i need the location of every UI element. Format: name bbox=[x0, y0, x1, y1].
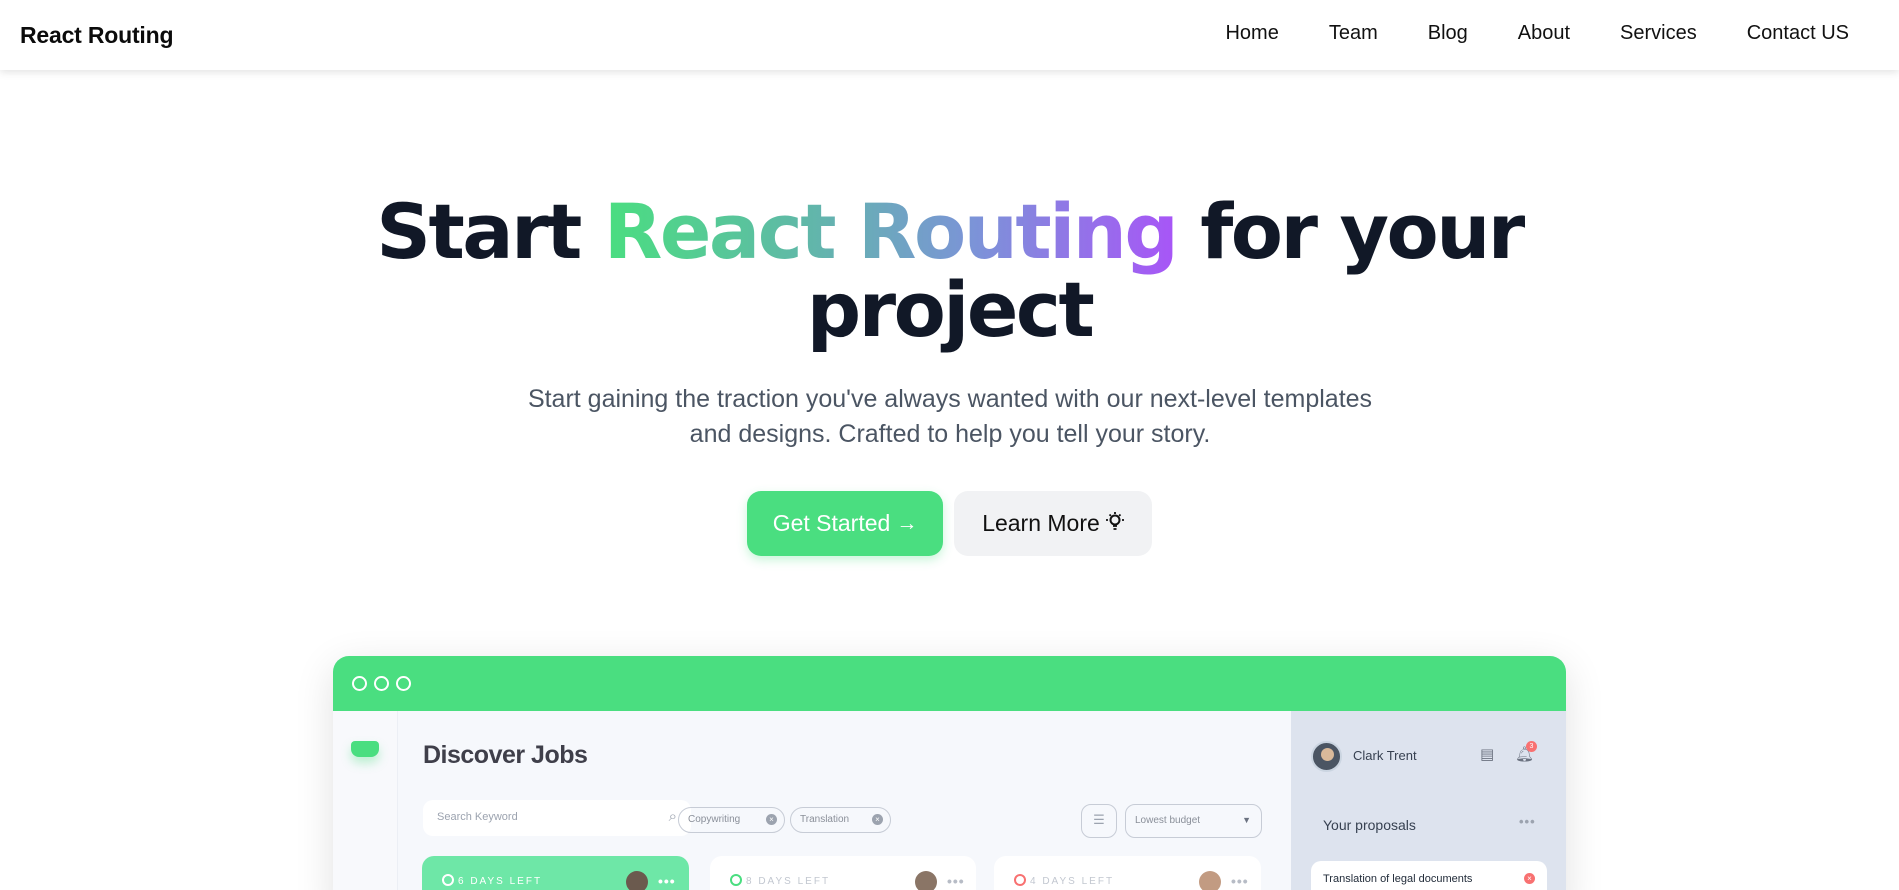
nav-link-contact[interactable]: Contact US bbox=[1747, 22, 1849, 45]
mockup-titlebar bbox=[333, 656, 1566, 711]
chip-label: Copywriting bbox=[688, 814, 741, 825]
app-mockup: Discover Jobs Search Keyword ⌕ Copywriti… bbox=[333, 656, 1566, 890]
sort-select[interactable]: Lowest budget ▼ bbox=[1125, 804, 1262, 838]
learn-more-label: Learn More bbox=[982, 510, 1100, 536]
search-input[interactable]: Search Keyword ⌕ bbox=[423, 800, 691, 836]
search-placeholder: Search Keyword bbox=[437, 811, 518, 823]
more-icon[interactable]: ••• bbox=[1231, 873, 1249, 889]
message-icon[interactable]: ▤ bbox=[1480, 745, 1494, 763]
hero-title-start: Start bbox=[376, 187, 604, 276]
clock-icon bbox=[442, 874, 454, 886]
avatar bbox=[1199, 871, 1221, 890]
filter-icon: ☰ bbox=[1093, 812, 1105, 827]
filter-chip-copywriting[interactable]: Copywriting × bbox=[678, 807, 785, 833]
job-card[interactable]: 4 DAYS LEFT ••• bbox=[994, 856, 1261, 890]
clock-icon bbox=[730, 874, 742, 886]
filter-button[interactable]: ☰ bbox=[1081, 804, 1117, 838]
lightbulb-icon bbox=[1105, 511, 1124, 537]
hero-title: Start React Routing for your project bbox=[0, 193, 1899, 349]
hero-subtitle: Start gaining the traction you've always… bbox=[510, 382, 1390, 452]
page-title: Discover Jobs bbox=[423, 741, 588, 769]
more-icon[interactable]: ••• bbox=[947, 873, 965, 889]
get-started-label: Get Started bbox=[772, 510, 891, 536]
chevron-down-icon: ▼ bbox=[1242, 815, 1251, 825]
user-name: Clark Trent bbox=[1353, 748, 1417, 763]
hero-title-line2: project bbox=[806, 265, 1095, 354]
notification-badge: 3 bbox=[1526, 741, 1537, 752]
more-icon[interactable]: ••• bbox=[1519, 814, 1536, 829]
mockup-body: Discover Jobs Search Keyword ⌕ Copywriti… bbox=[333, 711, 1566, 890]
search-icon: ⌕ bbox=[668, 808, 677, 825]
nav-link-about[interactable]: About bbox=[1518, 22, 1570, 45]
days-left: 8 DAYS LEFT bbox=[730, 874, 830, 887]
close-icon[interactable]: × bbox=[1524, 873, 1535, 884]
days-left: 6 DAYS LEFT bbox=[442, 874, 542, 887]
job-card[interactable]: 6 DAYS LEFT ••• bbox=[422, 856, 689, 890]
app-logo-icon bbox=[351, 741, 379, 757]
filter-chip-translation[interactable]: Translation × bbox=[790, 807, 891, 833]
avatar bbox=[915, 871, 937, 890]
mockup-sidebar bbox=[333, 711, 398, 890]
hero-title-highlight: React Routing bbox=[603, 187, 1179, 276]
job-card[interactable]: 8 DAYS LEFT ••• bbox=[710, 856, 976, 890]
avatar bbox=[626, 871, 648, 890]
clock-icon bbox=[1014, 874, 1026, 886]
nav-link-team[interactable]: Team bbox=[1329, 22, 1378, 45]
proposal-card[interactable]: Translation of legal documents × bbox=[1311, 861, 1547, 890]
learn-more-button[interactable]: Learn More bbox=[954, 491, 1152, 556]
sort-select-value: Lowest budget bbox=[1135, 815, 1201, 826]
close-icon[interactable]: × bbox=[766, 814, 777, 825]
arrow-right-icon: → bbox=[896, 511, 918, 535]
hero-subtitle-line1: Start gaining the traction you've always… bbox=[527, 385, 1373, 413]
proposal-title: Translation of legal documents bbox=[1323, 873, 1473, 885]
close-icon[interactable]: × bbox=[872, 814, 883, 825]
avatar[interactable] bbox=[1311, 741, 1342, 772]
nav-link-services[interactable]: Services bbox=[1620, 22, 1697, 45]
window-dot-icon bbox=[374, 676, 389, 691]
hero-subtitle-line2: and designs. Crafted to help you tell yo… bbox=[689, 420, 1211, 448]
brand-logo[interactable]: React Routing bbox=[20, 22, 173, 49]
mockup-main: Discover Jobs Search Keyword ⌕ Copywriti… bbox=[398, 711, 1324, 890]
nav-link-blog[interactable]: Blog bbox=[1428, 22, 1468, 45]
nav-links: Home Team Blog About Services Contact US bbox=[1175, 22, 1849, 45]
chip-label: Translation bbox=[800, 814, 850, 825]
get-started-button[interactable]: Get Started → bbox=[747, 491, 943, 556]
window-dot-icon bbox=[396, 676, 411, 691]
hero-title-end: for your bbox=[1176, 187, 1525, 276]
more-icon[interactable]: ••• bbox=[658, 873, 676, 889]
mockup-right-panel: Clark Trent ▤ 🔔︎ 3 Your proposals ••• Tr… bbox=[1291, 711, 1566, 890]
top-navbar: React Routing Home Team Blog About Servi… bbox=[0, 0, 1899, 70]
nav-link-home[interactable]: Home bbox=[1225, 22, 1278, 45]
days-left: 4 DAYS LEFT bbox=[1014, 874, 1114, 887]
window-dot-icon bbox=[352, 676, 367, 691]
proposals-title: Your proposals bbox=[1323, 817, 1416, 833]
